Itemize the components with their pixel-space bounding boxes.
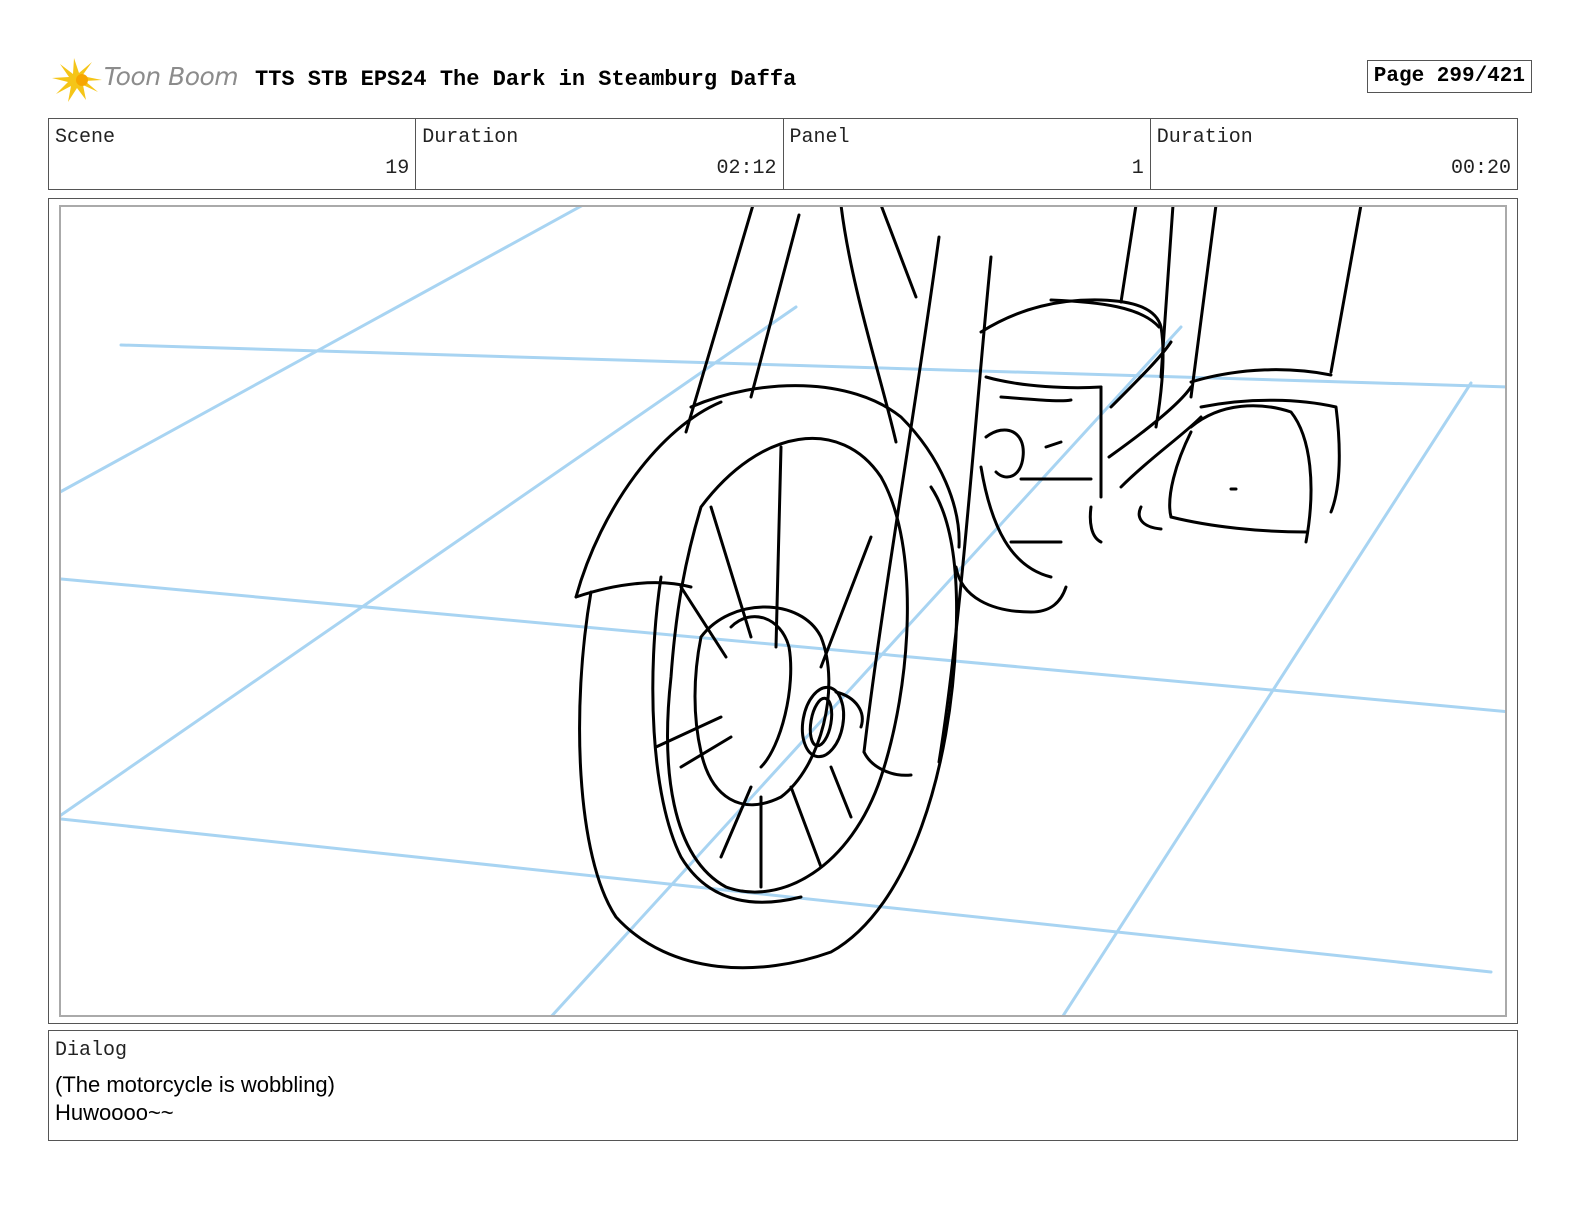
dialog-text: (The motorcycle is wobbling) Huwoooo~~ <box>55 1071 335 1127</box>
panel-image <box>59 205 1507 1017</box>
panel-duration-label: Duration <box>1156 126 1253 149</box>
toon-boom-logo: Toon Boom <box>52 56 242 104</box>
page-number: Page 299/421 <box>1366 60 1532 93</box>
perspective-guides <box>61 207 1505 1015</box>
scene-duration-label: Duration <box>422 126 519 149</box>
panel-duration-cell: Duration 00:20 <box>1151 119 1517 189</box>
scene-label: Scene <box>55 126 116 149</box>
motorcycle-sketch <box>574 207 1363 970</box>
panel-frame <box>48 198 1518 1024</box>
panel-duration-value: 00:20 <box>1450 157 1511 180</box>
scene-info-table: Scene 19 Duration 02:12 Panel 1 Duration… <box>48 118 1518 190</box>
dialog-line-2: Huwoooo~~ <box>55 1100 174 1125</box>
sketch-drawing <box>61 207 1505 1015</box>
scene-duration-value: 02:12 <box>716 157 777 180</box>
panel-value: 1 <box>1131 157 1144 180</box>
scene-value: 19 <box>385 157 410 180</box>
scene-cell: Scene 19 <box>49 119 417 189</box>
panel-label: Panel <box>789 126 850 149</box>
storyboard-header: Toon Boom TTS STB EPS24 The Dark in Stea… <box>52 56 1532 104</box>
dialog-label: Dialog <box>55 1039 128 1062</box>
panel-cell: Panel 1 <box>784 119 1151 189</box>
scene-duration-cell: Duration 02:12 <box>416 119 784 189</box>
star-burst-icon <box>52 58 102 102</box>
logo-text: Toon Boom <box>104 62 239 91</box>
document-title: TTS STB EPS24 The Dark in Steamburg Daff… <box>255 67 797 92</box>
dialog-box: Dialog (The motorcycle is wobbling) Huwo… <box>48 1030 1518 1141</box>
dialog-line-1: (The motorcycle is wobbling) <box>55 1072 335 1097</box>
